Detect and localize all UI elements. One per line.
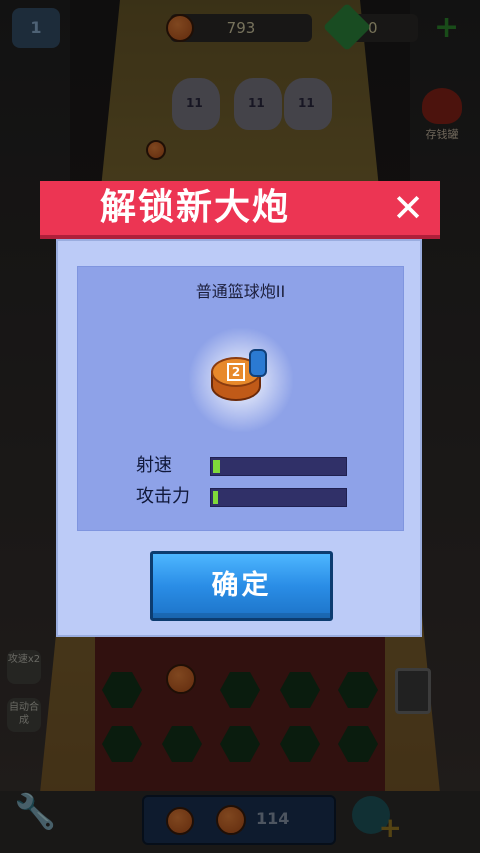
stat-fill — [213, 491, 218, 504]
cannon-info-panel: 普通篮球炮II 2 射速 攻击力 — [77, 266, 404, 531]
cannon-name: 普通篮球炮II — [195, 282, 286, 301]
stat-bar — [210, 488, 347, 507]
modal-body: 普通篮球炮II 2 射速 攻击力 确定 — [56, 239, 422, 637]
close-icon: ✕ — [392, 186, 424, 230]
modal-title: 解锁新大炮 — [99, 187, 290, 228]
stat-label: 攻击力 — [136, 486, 190, 507]
stat-fill — [213, 460, 220, 473]
close-button[interactable]: ✕ — [390, 189, 426, 227]
stat-label: 射速 — [136, 455, 172, 476]
modal-header: 解锁新大炮 ✕ — [40, 181, 440, 239]
stat-bar — [210, 457, 347, 476]
confirm-label: 确定 — [211, 570, 272, 601]
cannon-level-mark: 2 — [227, 363, 245, 381]
basketball-cannon-icon: 2 — [211, 349, 269, 405]
confirm-button[interactable]: 确定 — [150, 551, 333, 621]
